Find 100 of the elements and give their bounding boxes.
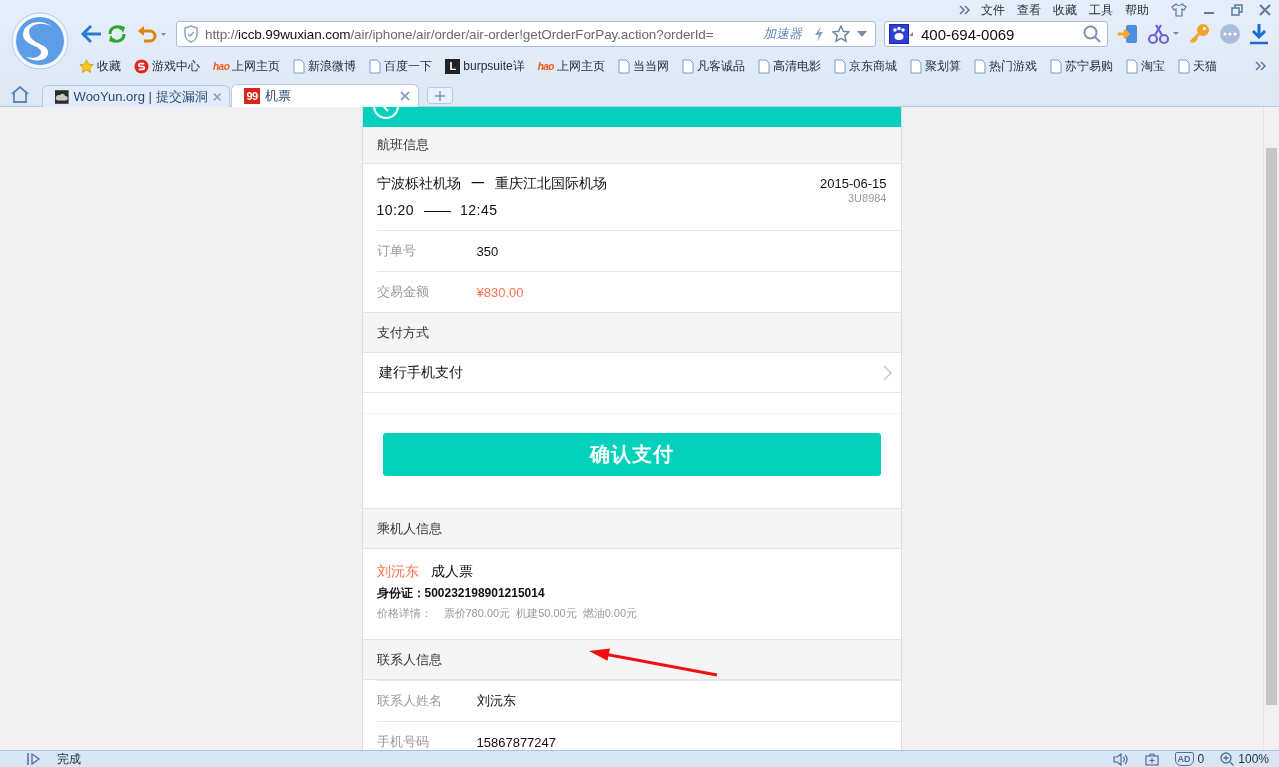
menu-item[interactable]: 查看 [1011,1,1047,18]
lightning-icon[interactable] [813,25,825,43]
bookmark-item[interactable]: 聚划算 [909,57,961,75]
site-logo: 99 [244,88,260,104]
field-value: 350 [476,243,499,259]
menu-item[interactable]: 工具 [1083,1,1119,18]
bookmark-item[interactable]: 游戏中心 [134,57,200,75]
price-item: 燃油0.00元 [582,606,638,621]
bookmark-item[interactable]: 京东商城 [833,57,897,75]
bookmark-item[interactable]: 收藏 [79,57,121,75]
menu-item[interactable]: 帮助 [1119,1,1155,18]
bookmark-item[interactable]: 天猫 [1177,57,1217,75]
bookmark-item[interactable]: 新浪微博 [293,57,357,75]
page-icon [617,58,630,74]
bookmark-item[interactable]: 淘宝 [1125,57,1165,75]
cloud-icon [55,88,69,105]
route-dash: 一 [470,175,485,193]
browser-logo-icon [11,12,69,70]
bookmark-item[interactable]: 热门游戏 [973,57,1037,75]
section-header: 联系人信息 [362,639,901,680]
bookmark-item[interactable]: 凡客诚品 [681,57,745,75]
field-label: 交易金额 [376,283,430,301]
browser-tab[interactable]: WooYun.org | 提交漏洞 [42,85,230,107]
back-icon[interactable] [371,107,400,121]
zoom-level[interactable]: 100% [1238,752,1269,766]
caret-icon[interactable] [909,32,913,36]
price-label: 价格详情： [376,606,432,621]
undo-icon[interactable] [137,24,167,44]
menu-item[interactable]: 文件 [975,1,1011,18]
page-icon [757,58,770,74]
bookmark-item[interactable]: hao 上网主页 [537,57,605,75]
search-field[interactable]: 400-694-0069 [884,21,1108,47]
chevrons-icon[interactable] [959,4,971,15]
page-icon [369,58,382,74]
site-logo: L [445,58,461,74]
bookmark-item[interactable]: 百度一下 [369,57,433,75]
section-header: 航班信息 [362,127,901,164]
bookmark-item[interactable]: 当当网 [617,57,669,75]
chevron-right-icon [882,364,892,381]
bookmark-item[interactable]: 苏宁易购 [1049,57,1113,75]
ad-count: 0 [1197,752,1205,766]
paw-icon [889,24,909,44]
bookmark-item[interactable]: L burpsuite详 [445,57,525,75]
more-icon[interactable] [1219,23,1241,45]
bookmark-item[interactable]: hao 上网主页 [213,57,281,75]
menu-item[interactable]: 收藏 [1047,1,1083,18]
address-field[interactable]: http://iccb.99wuxian.com/air/iphone/air/order/air-order!getOrderForPay.action?orderId= 加速器 [176,21,876,47]
speaker-icon[interactable] [1112,752,1129,766]
flight-number: 3U8984 [847,192,887,204]
flight-date: 2015-06-15 [820,176,887,191]
page-icon [833,58,846,74]
star-icon [79,58,94,74]
id-number: 500232198901215014 [424,586,545,600]
sidebar-toggle-icon[interactable] [27,753,41,765]
price-item: 票价780.00元 [443,606,511,621]
shield-icon [183,25,199,43]
page-icon [973,58,986,74]
departure-airport: 宁波栎社机场 [376,175,461,193]
close-icon[interactable] [212,91,221,102]
field-value: ¥830.00 [476,284,524,300]
page-icon [1049,58,1062,74]
login-icon[interactable] [1117,23,1139,45]
field-label: 订单号 [376,242,417,260]
plus-icon [435,90,445,101]
browser-tab[interactable]: 99 机票 [231,84,419,107]
page-icon [293,58,306,74]
accelerator-button[interactable]: 加速器 [759,25,806,43]
page-icon [681,58,694,74]
ticket-type: 成人票 [430,563,473,581]
new-tab-button[interactable] [427,87,453,104]
adblock-badge[interactable]: AD [1174,752,1194,766]
restore-icon[interactable] [1231,3,1243,16]
home-icon[interactable] [10,85,30,103]
field-label: 手机号码 [376,733,430,750]
refresh-icon[interactable] [106,23,128,45]
back-arrow-icon[interactable] [80,24,102,44]
status-text: 完成 [57,750,81,767]
bookmark-item[interactable]: 高清电影 [757,57,821,75]
shirt-icon[interactable] [1171,2,1187,17]
download-icon[interactable] [1249,23,1269,45]
close-icon[interactable] [400,91,410,101]
page-icon [909,58,922,74]
star-icon[interactable] [832,25,850,43]
payment-method-item[interactable]: 建行手机支付 [362,353,901,393]
caret-icon[interactable] [857,31,867,37]
passenger-name: 刘沅东 [376,563,419,581]
section-header: 乘机人信息 [362,508,901,549]
search-icon[interactable] [1083,25,1101,43]
zoom-icon[interactable] [1220,752,1235,766]
chevrons-icon[interactable] [1255,61,1267,71]
scissors-icon[interactable] [1147,23,1181,45]
key-icon[interactable] [1189,23,1211,45]
toolbox-icon[interactable] [1144,752,1159,766]
time-dash: —— [424,202,451,218]
site-logo: hao [537,60,554,72]
arrival-time: 12:45 [460,202,498,218]
page-icon [1125,58,1138,74]
scrollbar-thumb[interactable] [1266,148,1277,705]
close-icon[interactable] [1259,3,1271,16]
site-logo: hao [213,60,230,72]
